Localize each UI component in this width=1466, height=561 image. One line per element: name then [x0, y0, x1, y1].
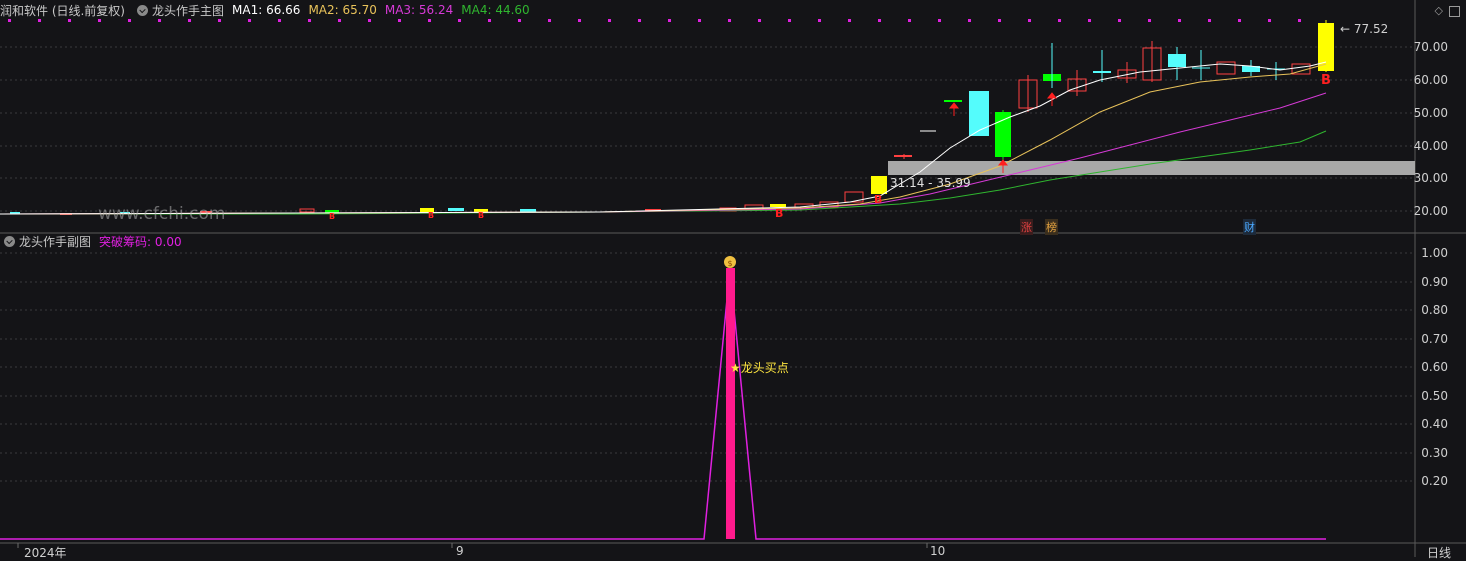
- sub-tick-0.60: 0.60: [1421, 360, 1448, 374]
- sub-tick-0.80: 0.80: [1421, 303, 1448, 317]
- sub-tick-0.20: 0.20: [1421, 474, 1448, 488]
- rally-candles: [894, 20, 1334, 160]
- sub-gridlines: [0, 252, 1415, 482]
- sub-chart-line: [0, 267, 1326, 540]
- breakout-chip-value: 突破筹码: 0.00: [99, 234, 182, 249]
- ma2-line: [0, 63, 1327, 215]
- b-marker-latest: B: [1321, 73, 1331, 88]
- x-label-oct: 10: [930, 544, 946, 558]
- y-tick-50: 50.00: [1413, 106, 1448, 120]
- buy-signal-bar: [726, 268, 735, 539]
- main-gridlines: [0, 46, 1415, 212]
- sub-tick-0.40: 0.40: [1421, 417, 1448, 431]
- b-marker-breakout: B: [874, 193, 883, 206]
- tag-limit-up[interactable]: 涨: [1020, 219, 1033, 235]
- watermark: www.cfchi.com: [98, 204, 226, 224]
- period-selector[interactable]: 日线: [1427, 544, 1451, 561]
- ma1-line: [0, 61, 1327, 215]
- sub-tick-0.90: 0.90: [1421, 275, 1448, 289]
- ma3-line: [0, 92, 1327, 215]
- sub-indicator-dropdown-icon[interactable]: [4, 235, 15, 247]
- sub-indicator-name[interactable]: 龙头作手副图: [19, 233, 91, 250]
- y-tick-30: 30.00: [1413, 171, 1448, 185]
- y-tick-60: 60.00: [1413, 73, 1448, 87]
- support-band: [888, 161, 1415, 175]
- top-marker-dots: [8, 19, 1301, 22]
- sub-tick-0.50: 0.50: [1421, 389, 1448, 403]
- support-band-label: 31.14 - 35.99: [890, 176, 971, 190]
- x-label-sep: 9: [456, 544, 464, 558]
- y-tick-20: 20.00: [1413, 204, 1448, 218]
- b-marker-small-2: B: [428, 211, 435, 220]
- tag-ranking[interactable]: 榜: [1045, 219, 1058, 235]
- y-tick-40: 40.00: [1413, 139, 1448, 153]
- x-axis-ticks: [17, 543, 928, 548]
- max-price-label: ← 77.52: [1340, 22, 1389, 36]
- svg-text:$: $: [727, 259, 732, 268]
- sub-chart-header: 龙头作手副图 突破筹码: 0.00: [0, 232, 190, 250]
- sub-tick-0.30: 0.30: [1421, 446, 1448, 460]
- sub-tick-0.70: 0.70: [1421, 332, 1448, 346]
- chart-canvas[interactable]: $: [0, 0, 1466, 557]
- b-marker-small-3: B: [478, 211, 485, 220]
- x-label-2024: 2024年: [24, 546, 67, 560]
- b-marker-small-1: B: [329, 212, 336, 221]
- sub-tick-1.00: 1.00: [1421, 246, 1448, 260]
- buy-point-label: ★龙头买点: [730, 361, 789, 375]
- y-tick-70: 70.00: [1413, 40, 1448, 54]
- b-marker-early: B: [775, 207, 784, 220]
- tag-finance[interactable]: 财: [1243, 219, 1256, 235]
